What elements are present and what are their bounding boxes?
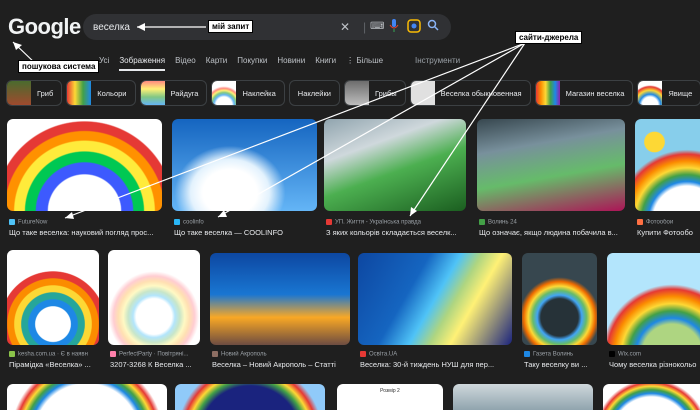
chip[interactable]: Веселка обыкновенная xyxy=(409,80,531,106)
site-favicon-icon xyxy=(479,219,485,225)
chip[interactable]: Гриб xyxy=(6,80,63,106)
tab-shopping[interactable]: Покупки xyxy=(237,56,267,71)
result-source[interactable]: PerfectParty · Повітряні... xyxy=(110,351,202,358)
search-bar[interactable]: ✕ | ⌨ xyxy=(83,14,451,40)
site-favicon-icon xyxy=(637,219,643,225)
microphone-icon[interactable] xyxy=(389,19,399,37)
chip[interactable]: Райдуга xyxy=(139,80,208,106)
result-caption[interactable]: Таку веселку ви ... xyxy=(524,360,599,369)
tab-images[interactable]: Зображення xyxy=(119,56,166,71)
image-result[interactable] xyxy=(477,119,625,211)
result-source[interactable]: Новий Акрополь xyxy=(212,351,352,358)
site-favicon-icon xyxy=(360,351,366,357)
result-source[interactable]: Волинь 24 xyxy=(479,219,624,226)
result-caption[interactable]: 3207-3268 К Веселка ... xyxy=(110,360,202,369)
result-source[interactable]: Освіта.UA xyxy=(360,351,510,358)
tools-button[interactable]: Інструменти xyxy=(415,56,460,65)
image-result[interactable] xyxy=(522,253,597,345)
google-logo[interactable]: Google xyxy=(8,14,81,40)
result-caption[interactable]: Що таке веселка: науковий погляд прос... xyxy=(9,228,164,237)
image-result[interactable] xyxy=(635,119,700,211)
clear-icon[interactable]: ✕ xyxy=(340,19,350,35)
result-source[interactable]: Фотообои xyxy=(637,219,700,226)
tab-news[interactable]: Новини xyxy=(277,56,305,71)
image-result[interactable] xyxy=(324,119,466,211)
result-caption[interactable]: Пірамідка «Веселка» ... xyxy=(9,360,101,369)
image-result[interactable] xyxy=(175,384,325,410)
tab-books[interactable]: Книги xyxy=(315,56,336,71)
image-result[interactable]: Розмір 2 xyxy=(337,384,443,410)
search-tabs: Усі Зображення Відео Карти Покупки Новин… xyxy=(99,56,393,71)
image-text: Розмір 2 xyxy=(380,388,400,394)
tab-maps[interactable]: Карти xyxy=(206,56,228,71)
chip[interactable]: Кольори xyxy=(66,80,136,106)
image-result[interactable] xyxy=(453,384,593,410)
result-source[interactable]: FutureNow xyxy=(9,219,159,226)
chip[interactable]: Магазин веселка xyxy=(534,80,634,106)
result-caption[interactable]: Що означає, якщо людина побачила в... xyxy=(479,228,625,237)
lens-icon[interactable] xyxy=(407,19,421,37)
site-favicon-icon xyxy=(609,351,615,357)
divider: | xyxy=(363,20,367,34)
tab-all[interactable]: Усі xyxy=(99,56,109,71)
image-result[interactable] xyxy=(172,119,317,211)
result-caption[interactable]: Чому веселка різнокольо xyxy=(609,360,700,369)
image-result[interactable] xyxy=(607,253,700,345)
site-favicon-icon xyxy=(9,351,15,357)
result-source[interactable]: coolinfo xyxy=(174,219,314,226)
site-favicon-icon xyxy=(326,219,332,225)
image-result[interactable] xyxy=(210,253,350,345)
site-favicon-icon xyxy=(212,351,218,357)
annotation-query: мій запит xyxy=(208,20,254,33)
annotation-sources: сайти-джерела xyxy=(515,31,583,44)
result-source[interactable]: kesha.com.ua · Є в наявн xyxy=(9,351,101,358)
result-caption[interactable]: Купити Фотообо xyxy=(637,228,700,237)
site-favicon-icon xyxy=(174,219,180,225)
keyboard-icon[interactable]: ⌨ xyxy=(370,19,384,35)
image-result[interactable] xyxy=(7,119,162,211)
image-result[interactable] xyxy=(358,253,512,345)
result-caption[interactable]: Веселка – Новий Акрополь – Статті xyxy=(212,360,352,369)
search-icon[interactable] xyxy=(427,19,439,35)
result-source[interactable]: УП. Життя - Українська правда xyxy=(326,219,466,226)
search-input[interactable] xyxy=(93,21,133,33)
result-caption[interactable]: З яких кольорів складається веселк... xyxy=(326,228,468,237)
chip[interactable]: Грибы xyxy=(343,80,406,106)
tab-video[interactable]: Відео xyxy=(175,56,196,71)
chip[interactable]: Явище xyxy=(637,80,700,106)
tab-more[interactable]: ⋮ Більше xyxy=(346,56,383,71)
result-source[interactable]: Wix.com xyxy=(609,351,700,358)
image-result[interactable] xyxy=(7,384,167,410)
image-result[interactable] xyxy=(603,384,700,410)
result-caption[interactable]: Що таке веселка — COOLINFO xyxy=(174,228,319,237)
image-result[interactable] xyxy=(108,250,200,345)
site-favicon-icon xyxy=(110,351,116,357)
site-favicon-icon xyxy=(9,219,15,225)
result-caption[interactable]: Веселка: 30-й тиждень НУШ для пер... xyxy=(360,360,512,369)
image-result[interactable] xyxy=(7,250,99,345)
chip[interactable]: Наклейки xyxy=(288,80,340,106)
chip[interactable]: Наклейка xyxy=(211,80,285,106)
filter-chips: Гриб Кольори Райдуга Наклейка Наклейки Г… xyxy=(6,80,700,106)
site-favicon-icon xyxy=(524,351,530,357)
annotation-engine: пошукова система xyxy=(18,60,100,73)
result-source[interactable]: Газета Волинь xyxy=(524,351,599,358)
